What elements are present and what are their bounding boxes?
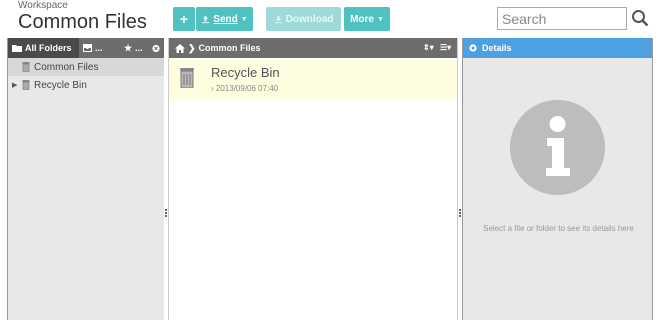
right-splitter-handle[interactable] (458, 208, 461, 222)
header: Workspace Common Files + Send ▼ Download… (0, 0, 660, 38)
tab-label: All Folders (25, 43, 72, 53)
download-label: Download (285, 13, 334, 25)
left-splitter-handle[interactable] (164, 208, 167, 222)
inbox-icon (83, 44, 92, 52)
send-label: Send (213, 13, 238, 25)
breadcrumb: ❯ Common Files ⇕▾ ☰▾ (169, 38, 457, 58)
plus-icon: + (179, 11, 189, 27)
file-list-panel: ❯ Common Files ⇕▾ ☰▾ Recycle Bin › 2013/… (168, 38, 458, 320)
chevron-right-icon: ❯ (188, 42, 196, 53)
upload-icon (202, 15, 210, 23)
star-icon: ★ (124, 42, 133, 53)
tree-item-common-files[interactable]: Common Files (8, 58, 164, 76)
download-icon (274, 15, 282, 23)
info-icon (510, 100, 605, 195)
details-panel: Details Select a file or folder to see i… (462, 38, 653, 320)
search-icon[interactable] (631, 9, 649, 27)
send-button[interactable]: Send ▼ (196, 7, 253, 31)
tab-favorites[interactable]: ★ ... (112, 38, 148, 58)
tree-item-label: Recycle Bin (34, 79, 87, 91)
list-item[interactable]: Recycle Bin › 2013/09/06 07:40 (169, 59, 457, 99)
caret-down-icon: ▼ (240, 15, 248, 23)
trash-icon (22, 62, 30, 72)
search-input[interactable] (497, 7, 627, 30)
details-empty-text: Select a file or folder to see its detai… (483, 224, 634, 233)
file-name: Recycle Bin (211, 65, 280, 80)
add-button[interactable]: + (173, 7, 195, 31)
tab-label: ... (95, 43, 103, 53)
file-date: 2013/09/06 07:40 (215, 84, 279, 93)
more-label: More (350, 13, 374, 25)
details-header: Details (463, 38, 652, 58)
tab-label: ... (135, 43, 143, 53)
caret-down-icon: ▼ (376, 15, 384, 23)
tree-item-recycle-bin[interactable]: ▶ Recycle Bin (8, 76, 164, 94)
trash-icon (22, 80, 30, 90)
breadcrumb-current[interactable]: Common Files (199, 43, 261, 53)
close-circle-icon (152, 44, 160, 52)
gear-icon (469, 44, 477, 52)
page-title: Common Files (18, 11, 147, 33)
folder-icon (12, 45, 22, 52)
chevron-right-icon[interactable]: › (211, 84, 214, 93)
tab-inbox[interactable]: ... (79, 38, 112, 58)
home-icon[interactable] (175, 43, 185, 53)
sort-icon[interactable]: ⇕▾ (423, 43, 434, 52)
tab-close[interactable] (148, 38, 164, 58)
trash-icon (180, 68, 194, 88)
expand-arrow-icon[interactable]: ▶ (12, 81, 18, 89)
folder-panel: All Folders ... ★ ... Common Files ▶ Rec… (7, 38, 164, 320)
more-button[interactable]: More ▼ (344, 7, 390, 31)
view-list-icon[interactable]: ☰▾ (440, 43, 451, 52)
folder-tab-bar: All Folders ... ★ ... (8, 38, 164, 58)
tab-all-folders[interactable]: All Folders (8, 38, 79, 58)
file-date-row: › 2013/09/06 07:40 (211, 84, 278, 93)
details-title: Details (482, 43, 512, 53)
download-button[interactable]: Download (266, 7, 341, 31)
tree-item-label: Common Files (34, 61, 99, 73)
